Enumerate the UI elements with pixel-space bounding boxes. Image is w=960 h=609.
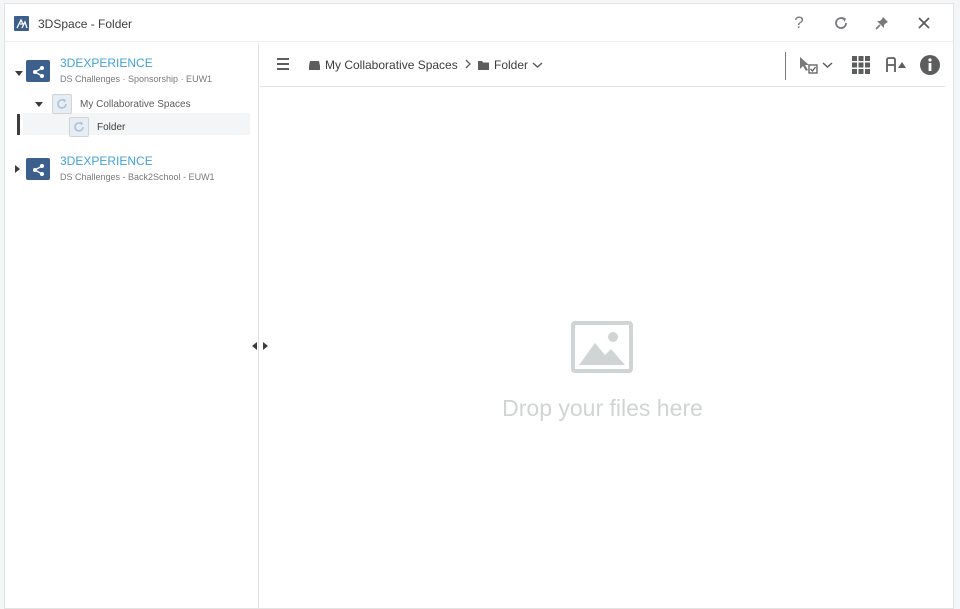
collab-spaces-icon	[308, 60, 321, 71]
help-button[interactable]: ?	[788, 12, 810, 34]
tree-node-label: Folder	[97, 122, 126, 133]
close-icon	[918, 17, 930, 29]
sort-button[interactable]	[885, 53, 907, 77]
space-name[interactable]: 3DEXPERIENCE	[60, 154, 153, 168]
folder-icon	[477, 60, 490, 71]
breadcrumb-chevron-right-icon	[464, 58, 472, 70]
refresh-icon	[835, 17, 847, 29]
selection-mode-button[interactable]	[798, 53, 833, 77]
window-title: 3DSpace - Folder	[38, 17, 133, 31]
help-icon: ?	[794, 13, 804, 32]
chevron-down-icon	[532, 61, 543, 69]
tree-node-folder[interactable]: Folder	[5, 116, 259, 138]
tree-space-back2school[interactable]: 3DEXPERIENCE DS Challenges - Back2School…	[5, 149, 259, 185]
sort-alpha-icon	[886, 57, 906, 72]
hamburger-icon	[277, 58, 289, 70]
file-drop-zone[interactable]: Drop your files here	[260, 88, 945, 609]
tree-node-label: My Collaborative Spaces	[80, 99, 191, 110]
space-subtitle: DS Challenges · Sponsorship · EUW1	[60, 74, 213, 84]
space-name[interactable]: 3DEXPERIENCE	[60, 56, 153, 70]
tree-node-my-collaborative-spaces[interactable]: My Collaborative Spaces	[5, 93, 259, 115]
collab-space-icon	[26, 158, 50, 180]
refresh-button[interactable]	[830, 12, 852, 34]
hamburger-menu-button[interactable]	[274, 55, 292, 73]
info-icon	[920, 55, 940, 75]
folder-node-icon	[69, 117, 89, 137]
image-placeholder-icon	[571, 321, 633, 373]
grid-view-icon	[852, 56, 870, 74]
content-toolbar: My Collaborative Spaces Folder	[260, 43, 945, 87]
expand-caret-right-icon[interactable]	[12, 164, 22, 174]
app-window: 3DSpace - Folder ? 3DEXPERIENCE DS Chall…	[4, 3, 954, 609]
pin-icon	[875, 17, 888, 30]
information-button[interactable]	[919, 53, 941, 77]
content-pane: My Collaborative Spaces Folder Drop your…	[260, 43, 945, 609]
3dspace-app-icon	[14, 16, 29, 31]
close-button[interactable]	[913, 12, 935, 34]
tree-space-sponsorship[interactable]: 3DEXPERIENCE DS Challenges · Sponsorship…	[5, 51, 259, 87]
space-subtitle: DS Challenges - Back2School - EUW1	[60, 172, 215, 182]
breadcrumb-label: My Collaborative Spaces	[325, 58, 458, 72]
navigation-tree: 3DEXPERIENCE DS Challenges · Sponsorship…	[5, 43, 259, 609]
collab-spaces-node-icon	[52, 94, 72, 114]
breadcrumb-my-collaborative-spaces[interactable]: My Collaborative Spaces	[308, 57, 458, 73]
drop-zone-hint: Drop your files here	[502, 395, 703, 421]
pin-button[interactable]	[871, 12, 893, 34]
toolbar-divider	[785, 52, 786, 80]
title-bar: 3DSpace - Folder ?	[5, 4, 953, 42]
breadcrumb-folder[interactable]: Folder	[477, 57, 543, 73]
breadcrumb-label: Folder	[494, 58, 529, 72]
expand-caret-down-icon[interactable]	[14, 68, 24, 78]
collab-space-icon	[26, 60, 50, 82]
grid-view-button[interactable]	[851, 53, 871, 77]
chevron-down-icon	[822, 62, 833, 69]
expand-caret-down-icon[interactable]	[34, 99, 44, 109]
select-cursor-icon	[800, 57, 818, 74]
